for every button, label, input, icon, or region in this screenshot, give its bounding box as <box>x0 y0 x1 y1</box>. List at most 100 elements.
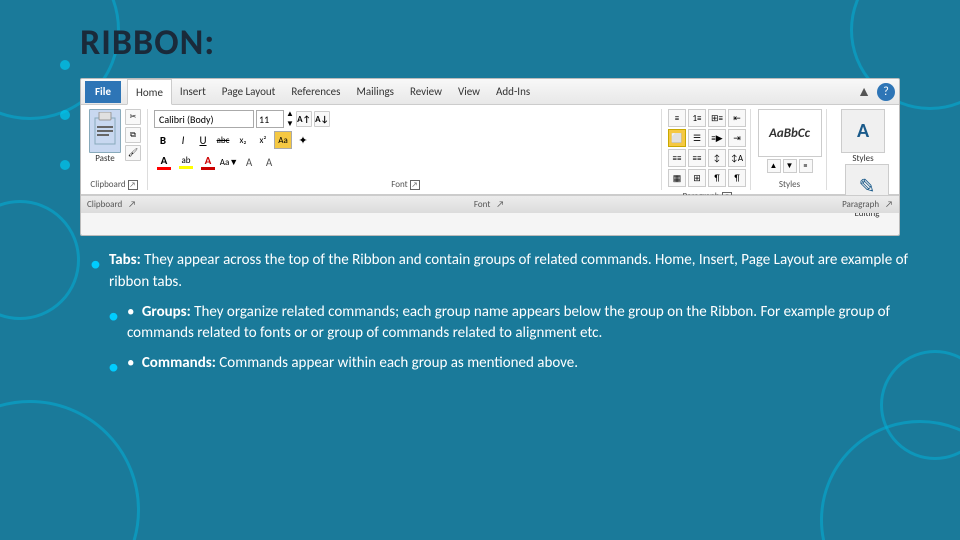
strikethrough-button[interactable]: abc <box>214 131 232 149</box>
tab-references[interactable]: References <box>283 79 348 105</box>
line-spacing-button[interactable]: ↕ <box>708 149 726 167</box>
font-name-row: Calibri (Body) 11 ▲▼ A↑ A↓ <box>154 109 657 129</box>
editing-buttons: A Styles <box>841 109 885 164</box>
bold-button[interactable]: B <box>154 131 172 149</box>
paste-icon <box>89 109 121 153</box>
styles-nav-buttons: ▲ ▼ ≡ <box>767 159 813 173</box>
tab-addins[interactable]: Add-Ins <box>488 79 538 105</box>
clipboard-label: Clipboard ↗ <box>87 177 141 190</box>
underline-button[interactable]: U <box>194 131 212 149</box>
font-label: Font ↗ <box>154 177 657 190</box>
font-size-spinner[interactable]: ▲▼ <box>286 109 294 129</box>
styles-scroll-up[interactable]: ▲ <box>767 159 781 173</box>
tabs-label: Tabs: <box>109 251 141 269</box>
bullet-text-commands: • Commands: Commands appear within each … <box>127 353 578 375</box>
clipboard-dialog-launcher[interactable]: ↗ <box>128 199 136 210</box>
align-center-button[interactable]: ☰ <box>688 129 706 147</box>
text-effects-button[interactable]: Aa▼ <box>220 153 238 171</box>
increase-indent-button[interactable]: ⇥ <box>728 129 746 147</box>
bullet-item-tabs: • Tabs: They appear across the top of th… <box>90 250 910 294</box>
font-extra-button[interactable]: A <box>240 153 258 171</box>
font-group: Calibri (Body) 11 ▲▼ A↑ A↓ B I U abc x₂ <box>154 109 662 190</box>
sort-button[interactable]: ↕A <box>728 149 746 167</box>
editing-right: ✎ Editing <box>845 164 889 223</box>
copy-button[interactable]: ⧉ <box>125 127 141 143</box>
bullet-content: • Tabs: They appear across the top of th… <box>80 250 920 383</box>
page-title: RIBBON: <box>80 20 920 64</box>
paragraph-icons: ≡ 1≡ ⊞≡ ⇤ ⬜ ☰ ≡▶ ⇥ ≡≡ ≡≡ ↕ ↕A ▦ ⊞ <box>668 109 746 187</box>
bullets-button[interactable]: ≡ <box>668 109 686 127</box>
multilevel-list-button[interactable]: ⊞≡ <box>708 109 726 127</box>
clear-format-button[interactable]: ✦ <box>294 131 312 149</box>
font-section-label: Font ↗ <box>474 199 504 210</box>
tab-mailings[interactable]: Mailings <box>348 79 402 105</box>
clipboard-small-buttons: ✂ ⧉ 🖌 <box>125 109 141 161</box>
tab-review[interactable]: Review <box>402 79 450 105</box>
decrease-indent-button[interactable]: ⇤ <box>728 109 746 127</box>
clipboard-expand[interactable]: ↗ <box>128 180 138 190</box>
paragraph-dialog-launcher[interactable]: ↗ <box>885 199 893 210</box>
format-painter-button[interactable]: 🖌 <box>125 145 141 161</box>
paragraph-group: ≡ 1≡ ⊞≡ ⇤ ⬜ ☰ ≡▶ ⇥ ≡≡ ≡≡ ↕ ↕A ▦ ⊞ <box>668 109 751 190</box>
align-justify-button[interactable]: ≡≡ <box>668 149 686 167</box>
styles-label: Styles <box>779 177 800 190</box>
show-hide-button[interactable]: ¶ <box>708 169 726 187</box>
bullet-item-commands: • • Commands: Commands appear within eac… <box>108 353 910 383</box>
paragraph-section-label: Paragraph ↗ <box>842 199 893 210</box>
font-color-button2[interactable]: A <box>198 154 218 170</box>
change-case-button[interactable]: Aa <box>274 131 292 149</box>
styles-scroll-down[interactable]: ▼ <box>783 159 797 173</box>
tab-page-layout[interactable]: Page Layout <box>214 79 284 105</box>
paste-button[interactable]: Paste <box>87 109 123 164</box>
superscript-button[interactable]: x² <box>254 131 272 149</box>
ribbon-scroll-button[interactable]: ▲ <box>853 83 875 100</box>
ribbon-toolbar: Paste ✂ ⧉ 🖌 Clipboard ↗ <box>81 105 899 195</box>
editing-group: A Styles ✎ Editing <box>833 109 893 190</box>
align-right-button[interactable]: ≡▶ <box>708 129 726 147</box>
italic-button[interactable]: I <box>174 131 192 149</box>
font-expand[interactable]: ↗ <box>410 180 420 190</box>
main-content: RIBBON: File Home Insert Page Layout Ref… <box>0 0 960 540</box>
bullet-dot-3: • <box>108 351 119 383</box>
font-size-input[interactable]: 11 <box>256 110 284 128</box>
clipboard-group-content: Paste ✂ ⧉ 🖌 <box>87 109 141 177</box>
highlight-color-button[interactable]: ab <box>176 155 196 169</box>
clipboard-group: Paste ✂ ⧉ 🖌 Clipboard ↗ <box>87 109 148 190</box>
cut-button[interactable]: ✂ <box>125 109 141 125</box>
shading-button[interactable]: ▦ <box>668 169 686 187</box>
ribbon-bottom-bar: Clipboard ↗ Font ↗ Paragraph ↗ <box>81 195 899 213</box>
ribbon-image: File Home Insert Page Layout References … <box>80 78 900 236</box>
tab-insert[interactable]: Insert <box>172 79 214 105</box>
font-color-button[interactable]: A <box>154 154 174 170</box>
bullet-dot-1: • <box>90 248 101 280</box>
font-dialog-launcher[interactable]: ↗ <box>496 199 504 210</box>
clipboard-section-label: Clipboard ↗ <box>87 199 136 210</box>
borders-button[interactable]: ⊞ <box>688 169 706 187</box>
format-buttons-row: B I U abc x₂ x² Aa ✦ <box>154 131 657 149</box>
styles-expand[interactable]: ≡ <box>799 159 813 173</box>
bullet-item-groups: • • Groups: They organize related comman… <box>108 302 910 346</box>
font-color-row: A ab A Aa▼ A A <box>154 153 657 171</box>
help-button[interactable]: ? <box>877 83 895 101</box>
bullet-dot-2: • <box>108 300 119 332</box>
increase-font-button[interactable]: A↑ <box>296 111 312 127</box>
font-name-input[interactable]: Calibri (Body) <box>154 110 254 128</box>
styles-preview[interactable]: AaBbCc <box>758 109 822 157</box>
align-left-button[interactable]: ⬜ <box>668 129 686 147</box>
groups-label: Groups: <box>142 303 191 321</box>
tab-view[interactable]: View <box>450 79 488 105</box>
align-justify2-button[interactable]: ≡≡ <box>688 149 706 167</box>
ribbon-simulator: File Home Insert Page Layout References … <box>81 79 899 235</box>
tab-home[interactable]: Home <box>127 79 172 105</box>
bullet-text-tabs: Tabs: They appear across the top of the … <box>109 250 910 294</box>
commands-label: Commands: <box>142 354 216 372</box>
styles-group: AaBbCc ▲ ▼ ≡ Styles <box>757 109 827 190</box>
decrease-font-button[interactable]: A↓ <box>314 111 330 127</box>
numbering-button[interactable]: 1≡ <box>688 109 706 127</box>
subscript-button[interactable]: x₂ <box>234 131 252 149</box>
bullet-text-groups: • Groups: They organize related commands… <box>127 302 910 346</box>
font-extra-button2[interactable]: A <box>260 153 278 171</box>
styles-big-button[interactable]: A Styles <box>841 109 885 164</box>
file-tab-button[interactable]: File <box>85 81 121 103</box>
show-hide2-button[interactable]: ¶ <box>728 169 746 187</box>
